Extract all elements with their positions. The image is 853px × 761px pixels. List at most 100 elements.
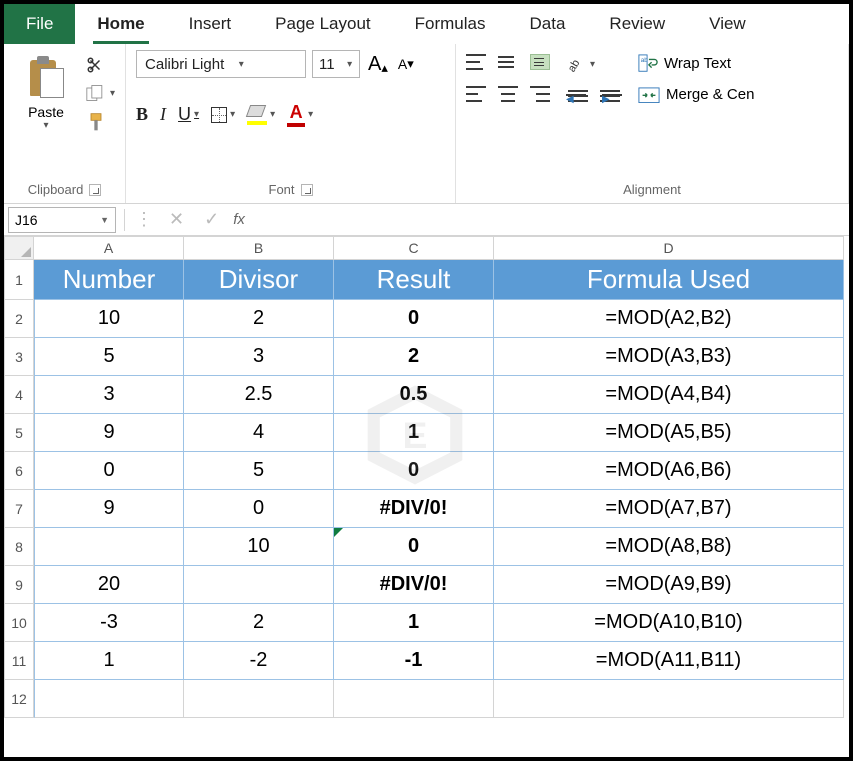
cell[interactable]: #DIV/0!: [334, 566, 494, 604]
col-header[interactable]: A: [34, 236, 184, 260]
tab-page-layout[interactable]: Page Layout: [253, 4, 392, 44]
tab-review[interactable]: Review: [587, 4, 687, 44]
font-size-combo[interactable]: 11 ▾: [312, 50, 360, 78]
cell[interactable]: 10: [34, 300, 184, 338]
cell[interactable]: [184, 680, 334, 718]
cut-button[interactable]: [86, 56, 115, 74]
cell[interactable]: 1: [334, 414, 494, 452]
enter-formula-button[interactable]: ✓: [194, 209, 229, 230]
paste-button[interactable]: Paste ▾: [14, 50, 78, 131]
decrease-indent-button[interactable]: ◀: [568, 90, 588, 106]
cell[interactable]: Number: [34, 260, 184, 300]
cell[interactable]: 0: [334, 528, 494, 566]
col-header[interactable]: C: [334, 236, 494, 260]
tab-home[interactable]: Home: [75, 4, 166, 44]
cell[interactable]: 2: [334, 338, 494, 376]
cancel-formula-button[interactable]: ✕: [159, 209, 194, 230]
cell[interactable]: #DIV/0!: [334, 490, 494, 528]
align-left-button[interactable]: [466, 86, 486, 102]
cell[interactable]: Formula Used: [494, 260, 844, 300]
cell[interactable]: -1: [334, 642, 494, 680]
cell[interactable]: 2: [184, 300, 334, 338]
col-header[interactable]: D: [494, 236, 844, 260]
row-header[interactable]: 7: [4, 490, 34, 528]
cell[interactable]: =MOD(A10,B10): [494, 604, 844, 642]
tab-data[interactable]: Data: [508, 4, 588, 44]
cell[interactable]: 9: [34, 414, 184, 452]
decrease-font-button[interactable]: A▾: [396, 56, 416, 72]
cell[interactable]: -2: [184, 642, 334, 680]
fill-color-button[interactable]: ▾: [247, 105, 275, 125]
cell[interactable]: =MOD(A11,B11): [494, 642, 844, 680]
italic-button[interactable]: I: [160, 104, 166, 125]
select-all-corner[interactable]: [4, 236, 34, 260]
row-header[interactable]: 11: [4, 642, 34, 680]
cell[interactable]: 0: [184, 490, 334, 528]
font-name-combo[interactable]: Calibri Light ▾: [136, 50, 306, 78]
align-top-button[interactable]: [466, 54, 486, 70]
formula-input[interactable]: [249, 207, 849, 233]
cell[interactable]: =MOD(A8,B8): [494, 528, 844, 566]
cell[interactable]: =MOD(A3,B3): [494, 338, 844, 376]
orientation-button[interactable]: ▾: [568, 54, 595, 74]
row-header[interactable]: 4: [4, 376, 34, 414]
cell[interactable]: 0: [34, 452, 184, 490]
cell[interactable]: 10: [184, 528, 334, 566]
cell[interactable]: =MOD(A2,B2): [494, 300, 844, 338]
cell[interactable]: 9: [34, 490, 184, 528]
cell[interactable]: 1: [334, 604, 494, 642]
borders-button[interactable]: ▾: [211, 107, 235, 123]
name-box[interactable]: J16 ▼: [8, 207, 116, 233]
tab-file[interactable]: File: [4, 4, 75, 44]
underline-button[interactable]: U▾: [178, 104, 199, 125]
cell[interactable]: [184, 566, 334, 604]
font-color-button[interactable]: A▾: [287, 102, 313, 127]
row-header[interactable]: 1: [4, 260, 34, 300]
row-header[interactable]: 2: [4, 300, 34, 338]
tab-insert[interactable]: Insert: [167, 4, 254, 44]
cell[interactable]: 3: [184, 338, 334, 376]
cell[interactable]: 1: [34, 642, 184, 680]
row-header[interactable]: 12: [4, 680, 34, 718]
cell[interactable]: =MOD(A4,B4): [494, 376, 844, 414]
cell[interactable]: 2.5: [184, 376, 334, 414]
copy-button[interactable]: ▾: [86, 84, 115, 102]
row-header[interactable]: 8: [4, 528, 34, 566]
cell[interactable]: [494, 680, 844, 718]
row-header[interactable]: 5: [4, 414, 34, 452]
col-header[interactable]: B: [184, 236, 334, 260]
format-painter-button[interactable]: [86, 112, 115, 132]
row-header[interactable]: 3: [4, 338, 34, 376]
merge-center-button[interactable]: Merge & Cen: [638, 86, 754, 103]
dialog-launcher-icon[interactable]: [89, 184, 101, 196]
increase-indent-button[interactable]: ▶: [600, 90, 620, 106]
tab-formulas[interactable]: Formulas: [393, 4, 508, 44]
cell[interactable]: =MOD(A9,B9): [494, 566, 844, 604]
align-right-button[interactable]: [530, 86, 550, 102]
align-bottom-button[interactable]: [530, 54, 550, 70]
cell[interactable]: 0: [334, 452, 494, 490]
increase-font-button[interactable]: A▴: [366, 53, 390, 76]
wrap-text-button[interactable]: ab Wrap Text: [638, 54, 754, 72]
cell[interactable]: =MOD(A5,B5): [494, 414, 844, 452]
row-header[interactable]: 9: [4, 566, 34, 604]
fx-label[interactable]: fx: [229, 211, 249, 228]
cell[interactable]: =MOD(A7,B7): [494, 490, 844, 528]
cell[interactable]: 2: [184, 604, 334, 642]
cell[interactable]: 3: [34, 376, 184, 414]
cell[interactable]: [334, 680, 494, 718]
dialog-launcher-icon[interactable]: [301, 184, 313, 196]
cell[interactable]: [34, 528, 184, 566]
align-middle-button[interactable]: [498, 54, 518, 70]
cell[interactable]: Result: [334, 260, 494, 300]
cell[interactable]: -3: [34, 604, 184, 642]
cell[interactable]: 5: [184, 452, 334, 490]
bold-button[interactable]: B: [136, 104, 148, 125]
cell[interactable]: 0.5: [334, 376, 494, 414]
tab-view[interactable]: View: [687, 4, 768, 44]
cell[interactable]: Divisor: [184, 260, 334, 300]
cell[interactable]: 20: [34, 566, 184, 604]
cell[interactable]: 0: [334, 300, 494, 338]
row-header[interactable]: 10: [4, 604, 34, 642]
cell[interactable]: 4: [184, 414, 334, 452]
